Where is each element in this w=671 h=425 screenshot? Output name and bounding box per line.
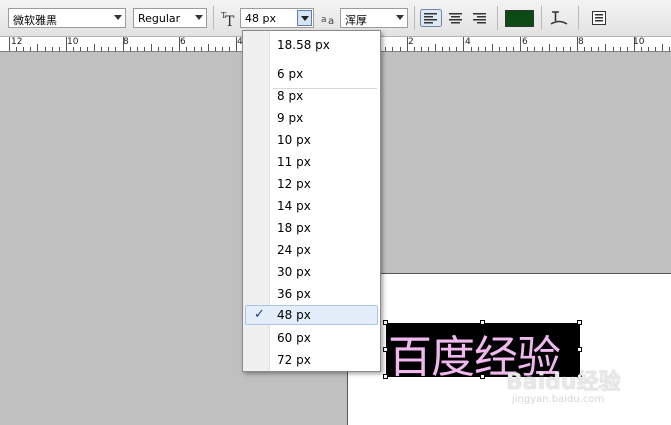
antialias-value: 浑厚 <box>345 14 367 27</box>
ruler-label: 8 <box>578 37 584 47</box>
menu-item-label: 18 px <box>277 221 311 235</box>
menu-item[interactable]: 9 px <box>245 108 378 128</box>
menu-item[interactable]: 6 px <box>245 64 378 84</box>
ruler-label: 10 <box>67 37 79 47</box>
menu-item[interactable]: 10 px <box>245 130 378 150</box>
menu-item[interactable]: 24 px <box>245 240 378 260</box>
toolbar-divider <box>213 6 214 30</box>
menu-item[interactable]: 72 px <box>245 350 378 370</box>
font-style-select[interactable]: Regular <box>133 8 207 28</box>
menu-item[interactable]: 11 px <box>245 152 378 172</box>
font-size-dropdown-button[interactable] <box>297 10 312 26</box>
font-size-select[interactable]: 48 px <box>240 8 314 28</box>
menu-item[interactable]: 30 px <box>245 262 378 282</box>
menu-item-label: 60 px <box>277 331 311 345</box>
menu-item[interactable]: 36 px <box>245 284 378 304</box>
character-panel-icon[interactable] <box>590 9 608 27</box>
menu-item-label: 9 px <box>277 111 304 125</box>
transform-handle[interactable] <box>480 374 485 379</box>
ruler-label: 8 <box>123 37 129 47</box>
ruler-label: 2 <box>408 37 414 47</box>
svg-text:a: a <box>328 16 334 27</box>
ruler-label: 6 <box>522 37 528 47</box>
font-size-icon: T T <box>221 11 235 27</box>
menu-item-label: 30 px <box>277 265 311 279</box>
menu-item[interactable]: 60 px <box>245 328 378 348</box>
ruler-label: 4 <box>465 37 471 47</box>
font-family-value: 微软雅黑 <box>13 14 57 27</box>
antialias-icon: a a <box>321 15 334 27</box>
svg-text:T: T <box>225 14 235 27</box>
watermark-logo: Baidu经验 <box>506 370 621 395</box>
align-left-icon[interactable] <box>420 9 442 27</box>
menu-item-label: 18.58 px <box>277 38 330 52</box>
menu-item-label: 6 px <box>277 67 304 81</box>
font-size-value: 48 px <box>245 12 276 25</box>
font-size-menu: 18.58 px 6 px 8 px 9 px 10 px 11 px 12 p… <box>242 30 381 372</box>
font-style-value: Regular <box>138 12 181 25</box>
text-color-swatch[interactable] <box>505 10 534 27</box>
align-center-icon[interactable] <box>446 9 466 27</box>
ruler-label: 12 <box>11 37 23 47</box>
menu-item[interactable]: 8 px <box>245 86 378 106</box>
menu-item-label: 12 px <box>277 177 311 191</box>
menu-item-label: 48 px <box>277 308 311 322</box>
ruler-label: 6 <box>180 37 186 47</box>
antialias-select[interactable]: 浑厚 <box>340 8 408 28</box>
watermark-url: jingyan.baidu.com <box>512 394 605 405</box>
toolbar-divider <box>497 6 498 30</box>
menu-item[interactable]: 14 px <box>245 196 378 216</box>
chevron-down-icon <box>396 15 404 20</box>
menu-item[interactable]: 18 px <box>245 218 378 238</box>
toolbar-divider <box>414 6 415 30</box>
menu-item[interactable]: 12 px <box>245 174 378 194</box>
checkmark-icon: ✓ <box>254 307 265 322</box>
warp-text-icon[interactable] <box>549 9 569 27</box>
menu-item-label: 8 px <box>277 89 304 103</box>
menu-item-label: 36 px <box>277 287 311 301</box>
ruler-label: 10 <box>633 37 645 47</box>
toolbar-divider <box>578 6 579 30</box>
transform-handle[interactable] <box>577 320 582 325</box>
menu-item-selected[interactable]: ✓ 48 px <box>245 305 378 325</box>
toolbar-divider <box>541 6 542 30</box>
menu-item-label: 24 px <box>277 243 311 257</box>
menu-item-label: 11 px <box>277 155 311 169</box>
transform-handle[interactable] <box>480 320 485 325</box>
chevron-down-icon <box>195 15 203 20</box>
menu-item-current[interactable]: 18.58 px <box>245 35 378 55</box>
chevron-down-icon <box>114 15 122 20</box>
menu-item-label: 72 px <box>277 353 311 367</box>
font-family-select[interactable]: 微软雅黑 <box>8 8 126 28</box>
transform-handle[interactable] <box>577 347 582 352</box>
align-right-icon[interactable] <box>470 9 490 27</box>
transform-handle[interactable] <box>383 347 388 352</box>
menu-item-label: 10 px <box>277 133 311 147</box>
svg-text:a: a <box>321 15 327 25</box>
menu-item-label: 14 px <box>277 199 311 213</box>
chevron-down-icon <box>301 16 309 21</box>
transform-handle[interactable] <box>383 320 388 325</box>
transform-handle[interactable] <box>383 374 388 379</box>
